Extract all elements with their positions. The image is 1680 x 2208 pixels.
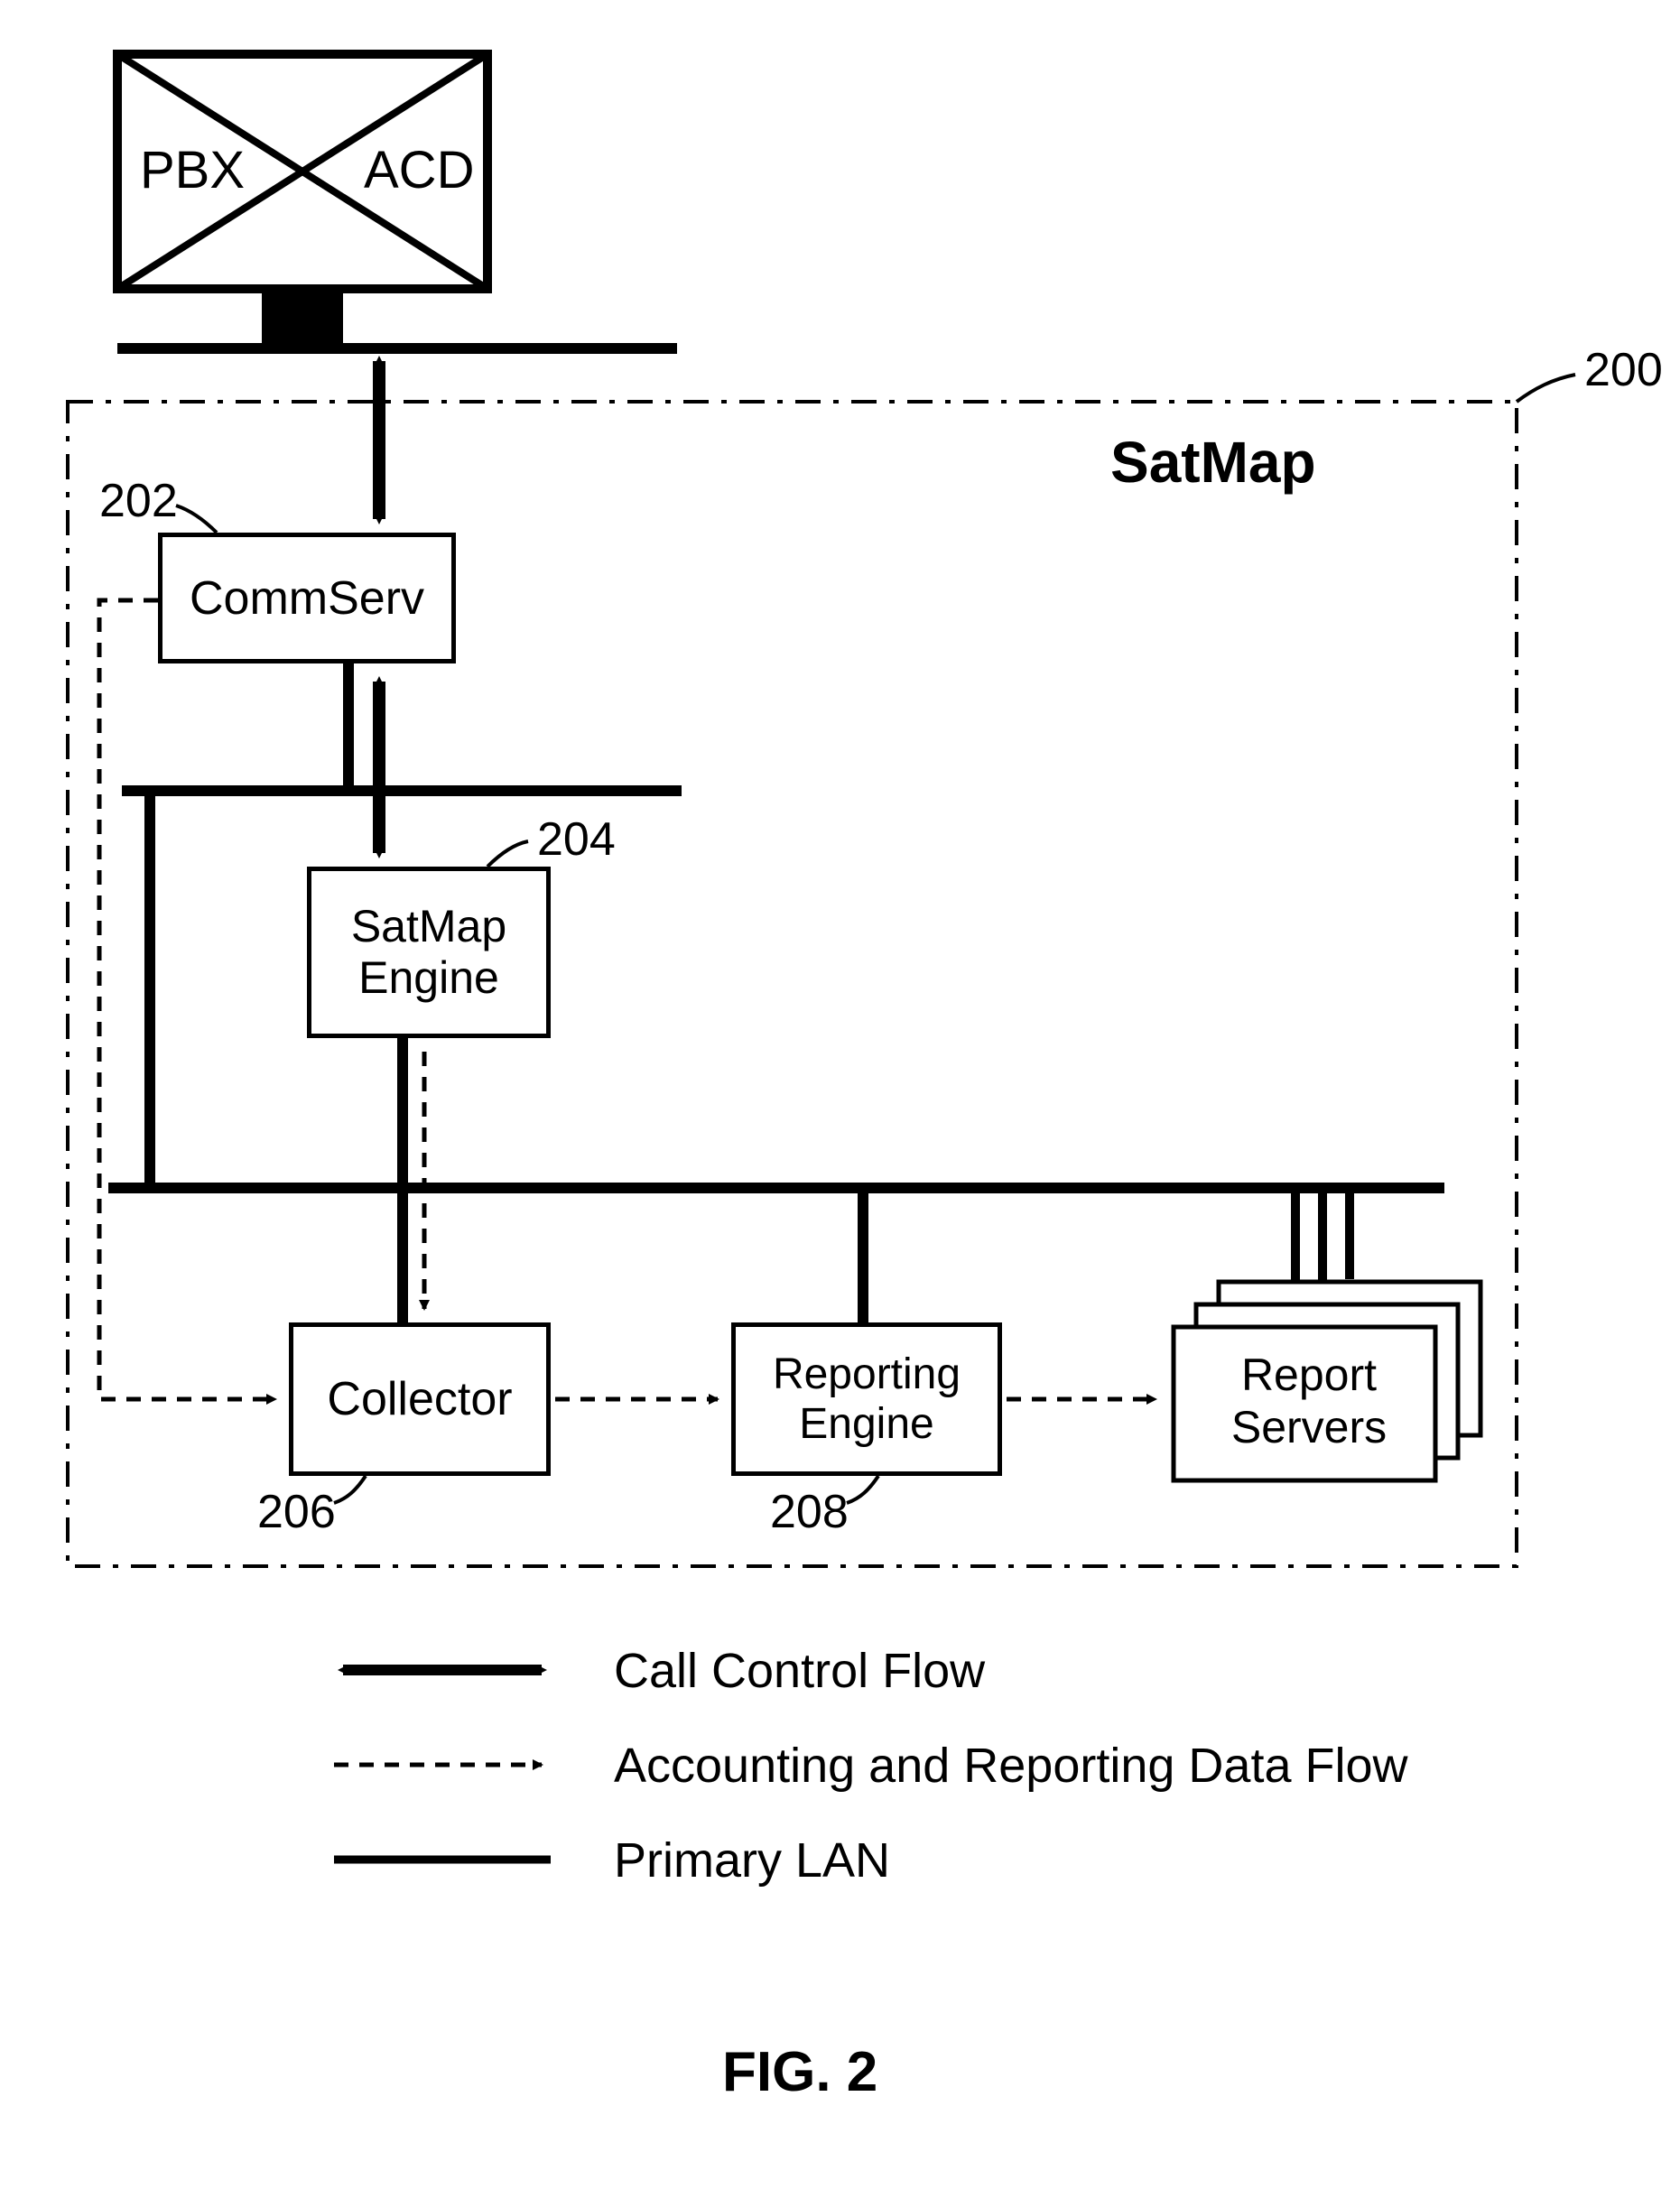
drop-rs2 xyxy=(1318,1193,1327,1293)
report-servers-label: Report Servers xyxy=(1219,1350,1399,1453)
pbx-label: PBX xyxy=(140,140,245,200)
ref-leader-206 xyxy=(334,1476,366,1503)
reporting-engine-box: Reporting Engine xyxy=(731,1322,1002,1476)
ref-leader-200 xyxy=(1517,375,1575,402)
engine-label-1: SatMap xyxy=(351,901,506,953)
ref-leader-208 xyxy=(847,1476,878,1503)
satmap-engine-box: SatMap Engine xyxy=(307,867,551,1038)
drop-collector xyxy=(397,1193,408,1322)
commserv-stem xyxy=(343,663,354,785)
ref-200: 200 xyxy=(1584,343,1663,397)
drop-reporting xyxy=(858,1193,868,1322)
arrow-commserv-collector xyxy=(99,600,275,1399)
reporting-label-2: Engine xyxy=(799,1399,933,1449)
satmap-title: SatMap xyxy=(1110,429,1316,496)
reporting-label-1: Reporting xyxy=(773,1350,961,1399)
pbx-stem xyxy=(262,289,343,343)
lan-bar-1 xyxy=(122,785,682,796)
drop-rs3 xyxy=(1345,1193,1354,1279)
ref-204: 204 xyxy=(537,812,616,867)
ref-202: 202 xyxy=(99,474,178,528)
ref-206: 206 xyxy=(257,1485,336,1539)
lan-drop-left xyxy=(144,796,155,1183)
ref-208: 208 xyxy=(770,1485,849,1539)
legend-2: Accounting and Reporting Data Flow xyxy=(614,1738,1408,1794)
lan-bar-0 xyxy=(117,343,677,354)
ref-leader-202 xyxy=(176,506,217,533)
figure-caption: FIG. 2 xyxy=(722,2040,877,2104)
commserv-label: CommServ xyxy=(190,571,424,626)
collector-label: Collector xyxy=(327,1372,512,1426)
engine-label-2: Engine xyxy=(358,952,499,1005)
engine-stem xyxy=(397,1038,408,1183)
legend-3: Primary LAN xyxy=(614,1832,890,1888)
commserv-box: CommServ xyxy=(158,533,456,663)
ref-leader-204 xyxy=(487,841,528,867)
acd-label: ACD xyxy=(364,140,474,200)
collector-box: Collector xyxy=(289,1322,551,1476)
legend-1: Call Control Flow xyxy=(614,1643,985,1699)
lan-bar-2 xyxy=(108,1183,1444,1193)
